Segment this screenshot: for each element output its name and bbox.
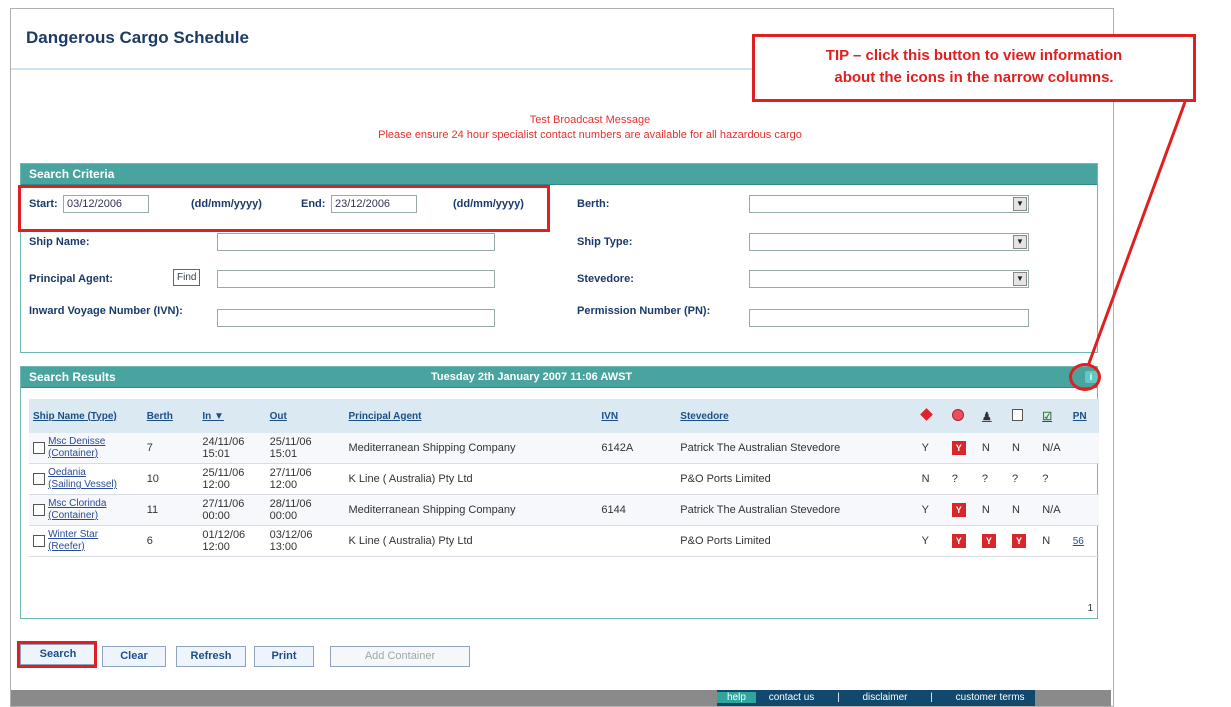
callout-pointer (1086, 101, 1187, 367)
tip-callout: TIP – click this button to view informat… (752, 34, 1196, 102)
tip-line-1: TIP – click this button to view informat… (825, 47, 1123, 64)
tip-line-2: about the icons in the narrow columns. (834, 69, 1114, 86)
